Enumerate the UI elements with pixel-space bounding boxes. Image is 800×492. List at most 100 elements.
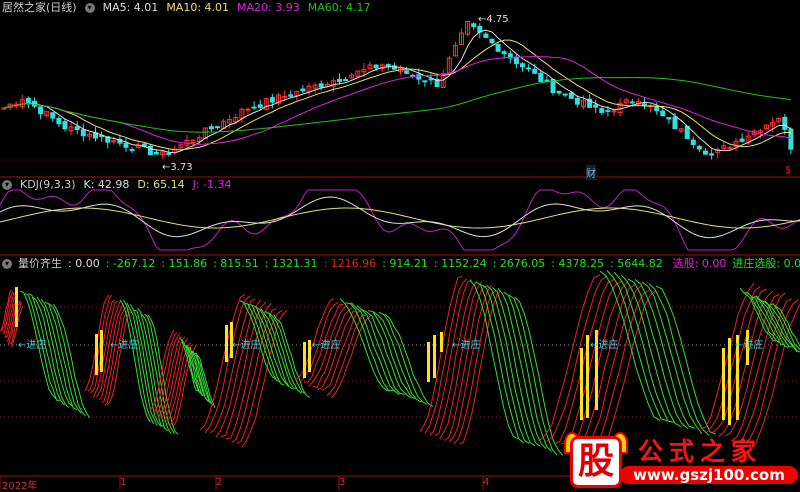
candle-body: [269, 97, 275, 103]
signal-bar: [728, 338, 731, 425]
candle-body: [404, 70, 410, 74]
axis-label: 2: [216, 477, 223, 488]
candle-body: [562, 93, 568, 96]
signal-bar: [95, 334, 98, 375]
candle-body: [154, 151, 159, 155]
candle-body: [520, 63, 525, 68]
candle-body: [690, 139, 696, 146]
candle-body: [654, 106, 660, 112]
candle-body: [739, 138, 745, 142]
candle-body: [703, 150, 708, 155]
candle-body: [428, 78, 434, 81]
signal-bar: [586, 335, 589, 418]
candle-body: [318, 83, 324, 88]
candle-body: [245, 108, 251, 111]
axis-label: 3: [339, 477, 346, 488]
signal-label: ←进庄: [110, 338, 138, 351]
ma5-line: [3, 29, 792, 154]
candle-body: [727, 147, 733, 150]
fan-line: [655, 285, 717, 435]
low-label: ←3.73: [162, 162, 193, 173]
candle-body: [605, 109, 611, 112]
candle-body: [215, 126, 220, 129]
candle-body: [593, 104, 599, 108]
signal-bar: [308, 340, 311, 372]
candle-body: [50, 112, 56, 119]
signal-label: ←进庄: [232, 338, 260, 351]
signal-bar: [100, 330, 103, 372]
s-marker[interactable]: $: [785, 165, 791, 176]
candle-body: [129, 149, 135, 152]
signal-bar: [722, 348, 725, 420]
candle-body: [489, 38, 495, 44]
candle-body: [483, 33, 489, 38]
candle-body: [672, 116, 678, 130]
candle-body: [422, 80, 428, 83]
candle-body: [257, 104, 263, 108]
candle-body: [568, 92, 574, 99]
candle-body: [251, 106, 257, 109]
candle-body: [166, 152, 172, 155]
candle-body: [343, 79, 349, 82]
signal-label: ←进庄: [735, 338, 763, 351]
candle-body: [782, 116, 788, 130]
candle-body: [25, 98, 31, 103]
signal-label: ←进庄: [590, 338, 618, 351]
candle-body: [709, 153, 715, 156]
watermark-logo: 股 公式之家 www.gszj100.com: [560, 432, 800, 490]
candle-body: [642, 103, 647, 106]
candle-body: [544, 79, 550, 82]
fan-line: [750, 304, 800, 449]
fan-line: [123, 299, 154, 425]
candle-body: [574, 97, 580, 105]
logo-url: www.gszj100.com: [620, 466, 798, 484]
signal-bar: [15, 287, 18, 327]
candle-body: [282, 95, 288, 98]
fan-line: [424, 278, 468, 434]
candle-body: [532, 68, 538, 74]
signal-bar: [440, 332, 443, 352]
signal-bar: [303, 342, 306, 378]
candle-body: [696, 145, 702, 150]
candle-body: [556, 90, 562, 94]
signal-label: ←进庄: [452, 338, 480, 351]
axis-label: 4: [483, 477, 490, 488]
candle-body: [147, 145, 153, 156]
candle-body: [288, 94, 294, 97]
kdj-j-line: [0, 189, 800, 251]
candle-body: [373, 64, 379, 69]
signal-bar: [225, 325, 228, 362]
fan-line: [699, 282, 755, 429]
candle-body: [38, 106, 44, 115]
candle-body: [74, 126, 80, 131]
candle-body: [471, 23, 477, 28]
signal-bar: [433, 335, 436, 378]
candle-body: [660, 110, 666, 117]
candle-body: [62, 121, 68, 130]
signal-label: ←进庄: [18, 338, 46, 351]
candle-body: [300, 88, 306, 92]
cai-marker[interactable]: 财: [586, 165, 596, 180]
signal-bar: [427, 342, 430, 382]
fan-line: [104, 308, 130, 407]
candle-body: [80, 129, 86, 137]
fan-line: [166, 342, 192, 422]
candle-body: [495, 44, 501, 52]
candle-body: [337, 78, 342, 82]
signal-label: ←进庄: [312, 338, 340, 351]
logo-char: 股: [570, 436, 622, 488]
fan-line: [87, 294, 113, 392]
candle-body: [526, 67, 532, 70]
fan-line: [294, 298, 335, 380]
candle-body: [1, 107, 7, 110]
candle-body: [56, 117, 62, 125]
kdj-k-line: [0, 196, 800, 239]
candle-body: [599, 108, 605, 113]
candle-body: [611, 110, 617, 113]
fan-line: [486, 285, 536, 447]
fan-line: [453, 290, 497, 445]
fan-line: [419, 275, 463, 433]
candle-body: [123, 142, 129, 148]
ma20-line: [3, 56, 792, 145]
chart-canvas[interactable]: ←4.75 ←3.73 ←进庄 ←进庄 ←进庄 ←进庄 ←进庄 ←进庄 ←进庄: [0, 0, 800, 490]
